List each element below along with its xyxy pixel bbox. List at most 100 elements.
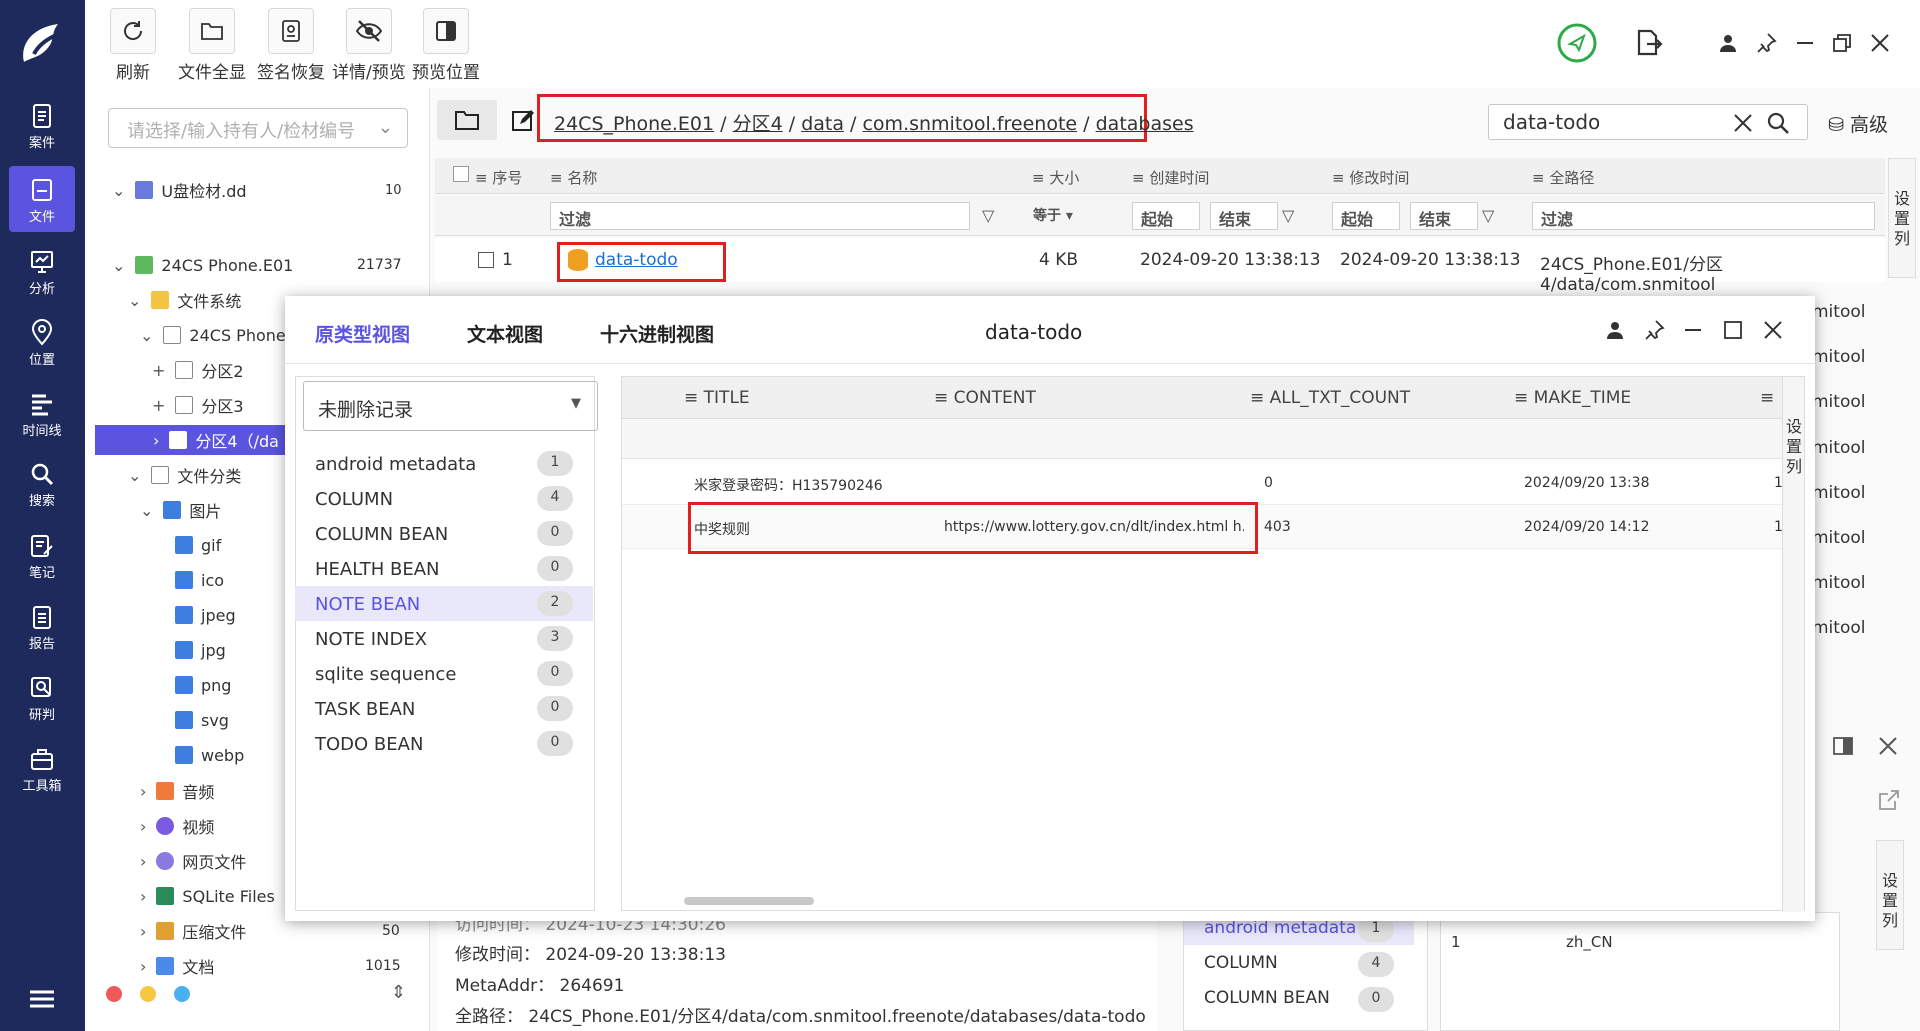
search-input[interactable]: data-todo <box>1488 104 1808 140</box>
modified-start-input[interactable]: 起始 <box>1332 202 1400 230</box>
list-item[interactable]: sqlite sequence 0 <box>295 656 593 691</box>
filter-icon[interactable]: ▽ <box>982 206 994 225</box>
tab-raw-view[interactable]: 原类型视图 <box>315 320 410 347</box>
sidebar-item-location[interactable]: 位置 <box>9 309 75 375</box>
red-dot-icon[interactable] <box>106 986 122 1002</box>
tab-hex-view[interactable]: 十六进制视图 <box>600 320 714 347</box>
user-icon[interactable] <box>1605 320 1625 340</box>
signature-restore-button[interactable]: 签名恢复 <box>257 8 325 83</box>
sidebar-item-judge[interactable]: 研判 <box>9 664 75 730</box>
list-item[interactable]: NOTE INDEX 3 <box>295 621 593 656</box>
column-header-path[interactable]: ≡ 全路径 <box>1532 167 1594 188</box>
folder-button[interactable] <box>437 100 497 140</box>
tree-item[interactable]: › 音频 <box>140 776 214 806</box>
yellow-dot-icon[interactable] <box>140 986 156 1002</box>
sidebar-item-note[interactable]: 笔记 <box>9 522 75 588</box>
path-filter-input[interactable]: 过滤 <box>1532 202 1875 230</box>
horizontal-scrollbar[interactable] <box>684 897 814 905</box>
created-end-input[interactable]: 结束 <box>1210 202 1278 230</box>
breadcrumb-item[interactable]: databases <box>1096 113 1194 135</box>
list-item[interactable]: TASK BEAN 0 <box>295 691 593 726</box>
search-icon[interactable] <box>1765 110 1791 136</box>
sidebar-item-search[interactable]: 搜索 <box>9 450 75 516</box>
settings-column-tab[interactable]: 设置列 <box>1876 840 1904 950</box>
tree-item[interactable]: + 分区3 <box>152 390 244 420</box>
pin-icon[interactable] <box>1755 32 1777 54</box>
modified-end-input[interactable]: 结束 <box>1410 202 1478 230</box>
tree-item[interactable]: webp <box>175 740 244 770</box>
evidence-select[interactable]: 请选择/输入持有人/检材编号 ⌄ <box>108 108 408 148</box>
size-operator-select[interactable]: 等于 ▾ <box>1025 202 1105 230</box>
blue-dot-icon[interactable] <box>174 986 190 1002</box>
tree-item[interactable]: ico <box>175 565 224 595</box>
tree-item-selected[interactable]: › 分区4（/da <box>95 425 285 455</box>
tree-item[interactable]: › 压缩文件 <box>140 916 246 946</box>
column-header-index[interactable]: ≡ 序号 <box>475 167 522 188</box>
status-shield-icon[interactable] <box>1556 22 1598 64</box>
tree-item[interactable]: ⌄ 图片 <box>140 495 221 525</box>
export-icon[interactable] <box>1633 28 1663 58</box>
list-item[interactable]: TODO BEAN 0 <box>295 726 593 761</box>
detail-preview-button[interactable]: 详情/预览 <box>332 8 406 83</box>
edit-path-icon[interactable] <box>510 108 536 134</box>
column-header-created[interactable]: ≡ 创建时间 <box>1132 167 1209 188</box>
tree-item[interactable]: › 网页文件 <box>140 846 246 876</box>
list-item[interactable]: COLUMN BEAN 0 <box>1184 983 1414 1015</box>
settings-column-tab[interactable]: 设置列 <box>1888 158 1916 278</box>
table-row[interactable]: 米家登录密码：H135790246 0 2024/09/20 13:38 1 <box>622 461 1783 505</box>
list-item[interactable]: android metadata 1 <box>295 446 593 481</box>
close-icon[interactable] <box>1869 32 1891 54</box>
row-checkbox[interactable] <box>478 252 494 268</box>
breadcrumb-item[interactable]: data <box>801 113 844 135</box>
tree-item[interactable]: gif <box>175 530 221 560</box>
minimize-icon[interactable] <box>1683 320 1703 340</box>
tree-item[interactable]: ⌄ 文件分类 <box>128 460 241 490</box>
tab-text-view[interactable]: 文本视图 <box>467 320 543 347</box>
open-external-icon[interactable] <box>1877 788 1901 812</box>
filter-icon[interactable]: ▽ <box>1482 206 1494 225</box>
show-all-files-button[interactable]: 文件全显 <box>178 8 246 83</box>
filter-icon[interactable]: ▽ <box>1282 206 1294 225</box>
preview-position-button[interactable]: 预览位置 <box>412 8 480 83</box>
tree-item[interactable]: ⌄ 文件系统 <box>128 285 241 315</box>
restore-icon[interactable] <box>1832 33 1852 53</box>
tree-item[interactable]: svg <box>175 705 229 735</box>
name-filter-input[interactable]: 过滤 <box>550 202 970 230</box>
column-header-count[interactable]: ≡ ALL_TXT_COUNT <box>1250 388 1410 408</box>
settings-column-tab[interactable]: 设置列 <box>1782 377 1804 912</box>
maximize-icon[interactable] <box>1723 320 1743 340</box>
record-filter-select[interactable]: 未删除记录 ▼ <box>303 381 598 431</box>
sidebar-item-analysis[interactable]: 分析 <box>9 238 75 304</box>
list-item[interactable]: COLUMN 4 <box>1184 948 1414 980</box>
list-item[interactable]: COLUMN 4 <box>295 481 593 516</box>
column-header-content[interactable]: ≡ CONTENT <box>934 388 1036 408</box>
pin-icon[interactable] <box>1643 319 1665 341</box>
sidebar-item-file[interactable]: 文件 <box>9 166 75 232</box>
close-panel-icon[interactable] <box>1877 735 1899 757</box>
tree-item[interactable]: + 分区2 <box>152 355 244 385</box>
column-header-make-time[interactable]: ≡ MAKE_TIME <box>1514 388 1631 408</box>
breadcrumb-item[interactable]: 分区4 <box>733 113 783 135</box>
advanced-search-button[interactable]: ⛁ 高级 <box>1828 110 1888 137</box>
sidebar-item-report[interactable]: 报告 <box>9 593 75 659</box>
column-menu-icon[interactable]: ≡ <box>1760 388 1774 408</box>
clear-search-icon[interactable] <box>1732 112 1754 134</box>
column-header-title[interactable]: ≡ TITLE <box>684 388 750 408</box>
list-item[interactable]: HEALTH BEAN 0 <box>295 551 593 586</box>
tree-item[interactable]: jpeg <box>175 600 236 630</box>
collapse-icon[interactable]: ⇕ <box>391 982 406 1003</box>
select-all-checkbox[interactable] <box>453 166 469 182</box>
refresh-button[interactable]: 刷新 <box>110 8 156 83</box>
tree-item[interactable]: › 文档 <box>140 951 214 981</box>
tree-item[interactable]: › SQLite Files <box>140 881 275 911</box>
list-item-selected[interactable]: NOTE BEAN 2 <box>295 586 593 621</box>
created-start-input[interactable]: 起始 <box>1132 202 1200 230</box>
sidebar-item-toolbox[interactable]: 工具箱 <box>9 735 75 801</box>
user-icon[interactable] <box>1718 33 1738 53</box>
column-header-modified[interactable]: ≡ 修改时间 <box>1332 167 1409 188</box>
panel-toggle-icon[interactable] <box>1832 735 1854 757</box>
sidebar-item-timeline[interactable]: 时间线 <box>9 380 75 446</box>
tree-item[interactable]: ⌄ 24CS Phone.E01 <box>112 250 293 280</box>
column-header-name[interactable]: ≡ 名称 <box>550 167 597 188</box>
tree-item[interactable]: › 视频 <box>140 811 214 841</box>
